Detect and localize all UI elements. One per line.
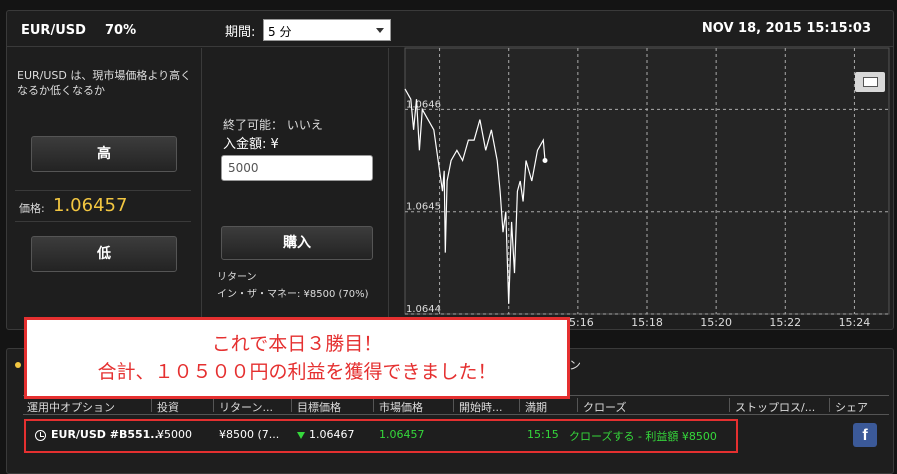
price-label: 価格: [19,202,45,215]
order-column: 終了可能： いいえ 入金額: ¥ 購入 リターン イン・ザ・マネー: ¥8500… [203,48,389,330]
column-divider [519,398,520,412]
header-return: リターン... [219,401,273,414]
amount-input[interactable] [221,155,373,181]
chart-x-tick-label: 15:24 [839,316,871,328]
period-value: 5 分 [268,25,292,39]
facebook-share-icon[interactable]: f [853,423,877,447]
column-divider [577,398,578,412]
trade-description: EUR/USD は、現市場価格より高くなるか低くなるか [17,69,192,97]
chart-y-tick-label: 1.0644 [406,304,441,315]
deposit-label: 入金額: ¥ [223,137,279,152]
low-button[interactable]: 低 [31,236,177,272]
column-divider [373,398,374,412]
chart-window-icon[interactable] [855,72,885,92]
high-button[interactable]: 高 [31,136,177,172]
payout-percent: 70% [105,23,137,38]
price-value: 1.06457 [53,195,128,216]
header-share: シェア [835,401,868,414]
header-close: クローズ [583,401,627,414]
period-select[interactable]: 5 分 [263,19,391,41]
chart-x-tick-label: 15:18 [631,316,663,328]
annotation-callout: これで本日３勝目！ 合計、１０５００円の利益を獲得できました！ [24,317,570,399]
tab-label-fragment[interactable]: ン [569,356,581,373]
header-target-price: 目標価格 [297,401,341,414]
header-investment: 投資 [157,401,179,414]
return-text: イン・ザ・マネー: ¥8500 (70%) [217,289,369,300]
active-tab-dot-icon [15,362,21,368]
price-chart: 15:1215:1415:1615:1815:2015:2215:241.064… [397,42,891,328]
chart-y-tick-label: 1.0645 [406,202,441,213]
chart-x-tick-label: 15:22 [769,316,801,328]
header-expiry: 満期 [525,401,547,414]
chevron-down-icon [376,28,384,33]
chart-svg: 15:1215:1415:1615:1815:2015:2215:241.064… [404,47,890,328]
callout-line-2: 合計、１０５００円の利益を獲得できました！ [97,361,497,383]
column-divider [291,398,292,412]
buy-button[interactable]: 購入 [221,226,373,260]
highlight-frame [24,419,738,453]
callout-line-1: これで本日３勝目！ [211,333,383,355]
end-possible-text: 終了可能： いいえ [223,118,323,132]
direction-column: EUR/USD は、現市場価格より高くなるか低くなるか 高 価格: 1.0645… [7,48,202,330]
currency-pair: EUR/USD [21,23,86,38]
header-stop-loss: ストップロス/... [735,401,816,414]
header-option: 運用中オプション [27,401,115,414]
column-divider [729,398,730,412]
period-label: 期間: [225,25,256,40]
header-market-price: 市場価格 [379,401,423,414]
trading-panel: EUR/USD 70% 期間: 5 分 NOV 18, 2015 15:15:0… [6,10,894,330]
price-row: 価格: 1.06457 [15,190,191,222]
chart-current-point [542,158,548,164]
column-divider [213,398,214,412]
column-divider [829,398,830,412]
chart-x-tick-label: 15:20 [700,316,732,328]
current-datetime: NOV 18, 2015 15:15:03 [701,21,871,36]
column-divider [151,398,152,412]
return-label: リターン [217,272,257,283]
column-divider [453,398,454,412]
header-start-time: 開始時... [459,401,503,414]
